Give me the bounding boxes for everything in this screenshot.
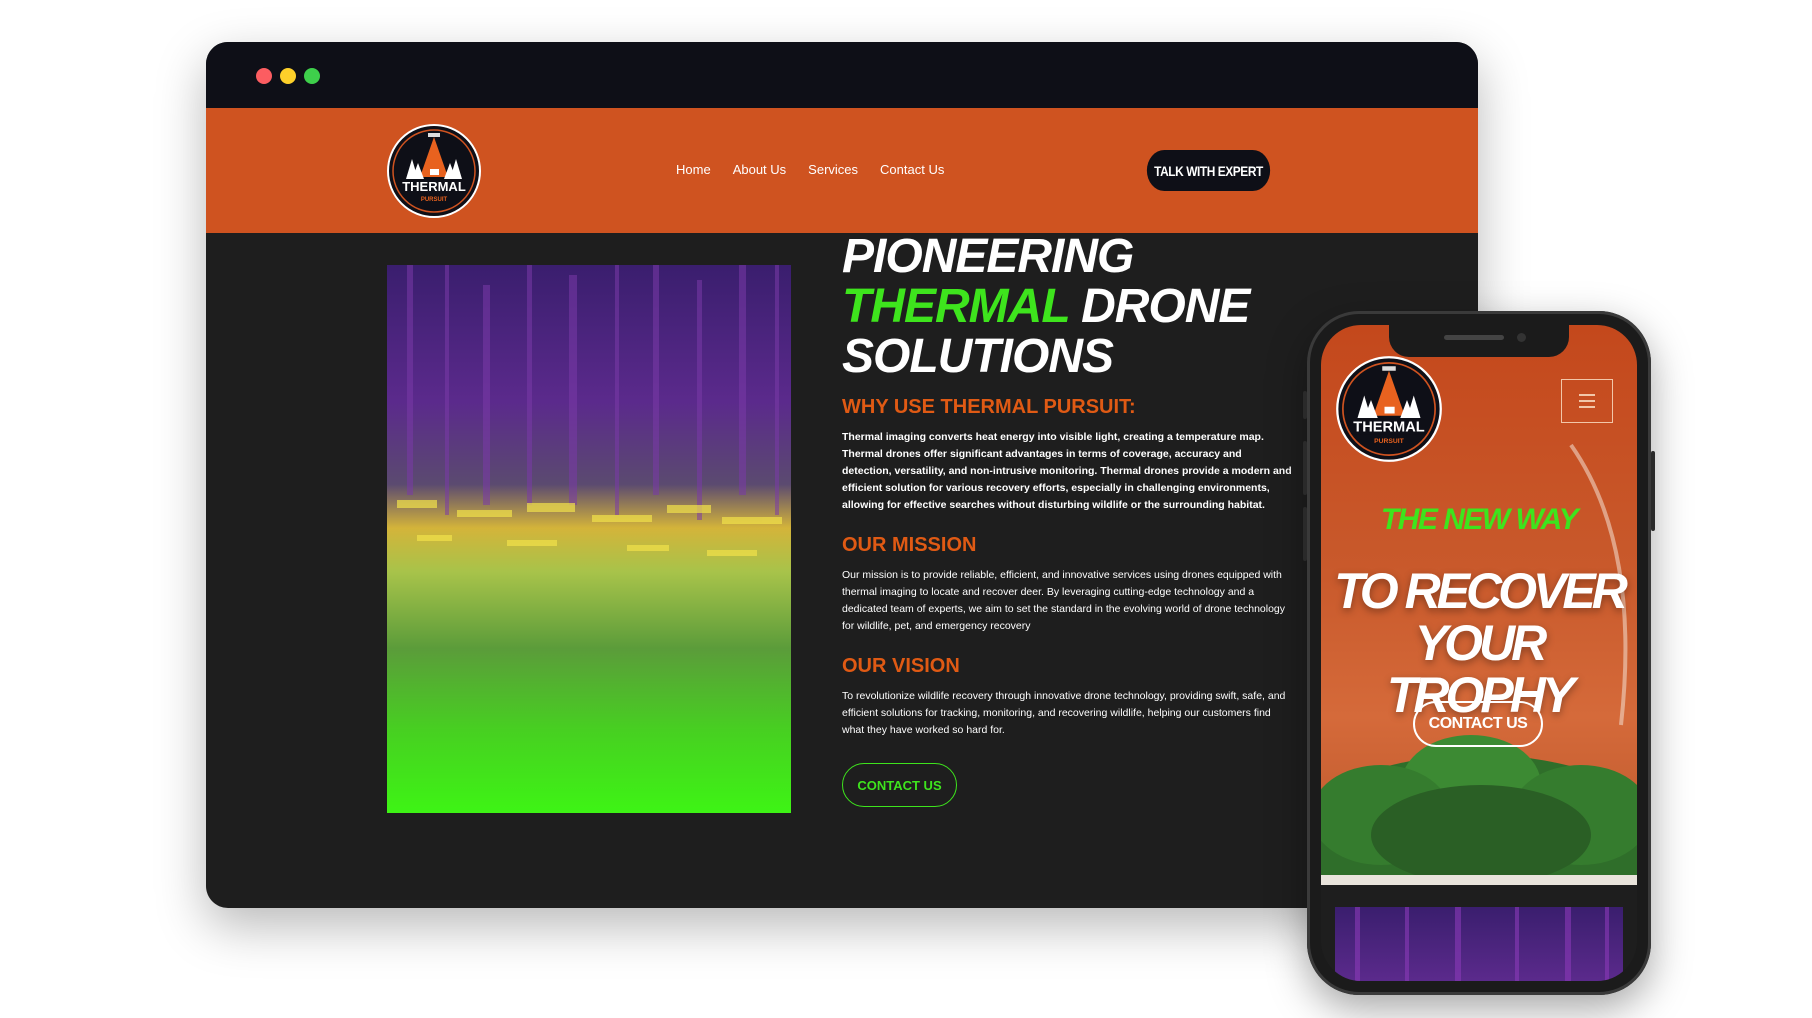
desktop-browser-window: THERMAL PURSUIT Home About Us Services C… <box>206 42 1478 908</box>
speaker-grille <box>1444 335 1504 340</box>
mobile-logo[interactable]: THERMAL PURSUIT <box>1335 355 1443 463</box>
front-camera <box>1517 333 1526 342</box>
nav-home[interactable]: Home <box>676 162 711 177</box>
talk-with-expert-button[interactable]: TALK WITH EXPERT <box>1146 150 1271 191</box>
hero-line-3: SOLUTIONS <box>842 330 1114 383</box>
mobile-contact-us-button[interactable]: CONTACT US <box>1413 701 1543 747</box>
hero-title: PIONEERING THERMAL DRONE SOLUTIONS <box>842 232 1292 382</box>
mission-body: Our mission is to provide reliable, effi… <box>842 569 1286 632</box>
svg-text:PURSUIT: PURSUIT <box>1374 438 1405 445</box>
hamburger-menu-icon[interactable] <box>1561 379 1613 423</box>
mockup-stage: THERMAL PURSUIT Home About Us Services C… <box>0 0 1812 1018</box>
vision-body: To revolutionize wildlife recovery throu… <box>842 690 1286 736</box>
mobile-thermal-image <box>1335 907 1623 981</box>
nav-about-us[interactable]: About Us <box>733 162 786 177</box>
minimize-window-dot[interactable] <box>280 68 296 84</box>
maximize-window-dot[interactable] <box>304 68 320 84</box>
nav-contact-us[interactable]: Contact Us <box>880 162 944 177</box>
mission-heading: OUR MISSION <box>842 534 977 556</box>
about-content: PIONEERING THERMAL DRONE SOLUTIONS WHY U… <box>842 232 1292 807</box>
mobile-hero-title: TO RECOVER YOUR TROPHY <box>1321 565 1637 721</box>
thermal-pursuit-logo[interactable]: THERMAL PURSUIT <box>386 123 482 219</box>
tree-canopy-image <box>1321 735 1637 885</box>
logo-subword: PURSUIT <box>421 197 448 203</box>
why-heading: WHY USE THERMAL PURSUIT: <box>842 396 1136 418</box>
logo-wordmark: THERMAL <box>402 179 466 194</box>
phone-volume-up <box>1303 441 1307 495</box>
phone-notch <box>1389 325 1569 357</box>
site-header: THERMAL PURSUIT Home About Us Services C… <box>206 108 1478 233</box>
why-body: Thermal imaging converts heat energy int… <box>842 431 1292 511</box>
mobile-title-line-1: TO RECOVER <box>1334 563 1628 619</box>
hero-line-2-rest: DRONE <box>1068 280 1250 333</box>
phone-mute-switch <box>1303 391 1307 419</box>
mobile-screen: THERMAL PURSUIT THE NEW WAY TO RECOVER Y… <box>1321 325 1637 981</box>
hero-line-2-green: THERMAL <box>842 280 1070 333</box>
thermal-forest-image <box>387 265 791 813</box>
close-window-dot[interactable] <box>256 68 272 84</box>
phone-volume-down <box>1303 507 1307 561</box>
nav-services[interactable]: Services <box>808 162 858 177</box>
hero-line-1: PIONEERING <box>842 230 1134 283</box>
vision-heading: OUR VISION <box>842 655 960 677</box>
phone-power-button <box>1651 451 1655 531</box>
mobile-tagline: THE NEW WAY <box>1380 503 1579 536</box>
main-nav: Home About Us Services Contact Us <box>676 162 944 177</box>
mobile-hero: THERMAL PURSUIT THE NEW WAY TO RECOVER Y… <box>1321 325 1637 885</box>
svg-text:THERMAL: THERMAL <box>1353 420 1424 436</box>
browser-titlebar <box>206 42 1478 108</box>
contact-us-button[interactable]: CONTACT US <box>842 763 957 807</box>
mobile-phone-mockup: THERMAL PURSUIT THE NEW WAY TO RECOVER Y… <box>1303 311 1655 995</box>
